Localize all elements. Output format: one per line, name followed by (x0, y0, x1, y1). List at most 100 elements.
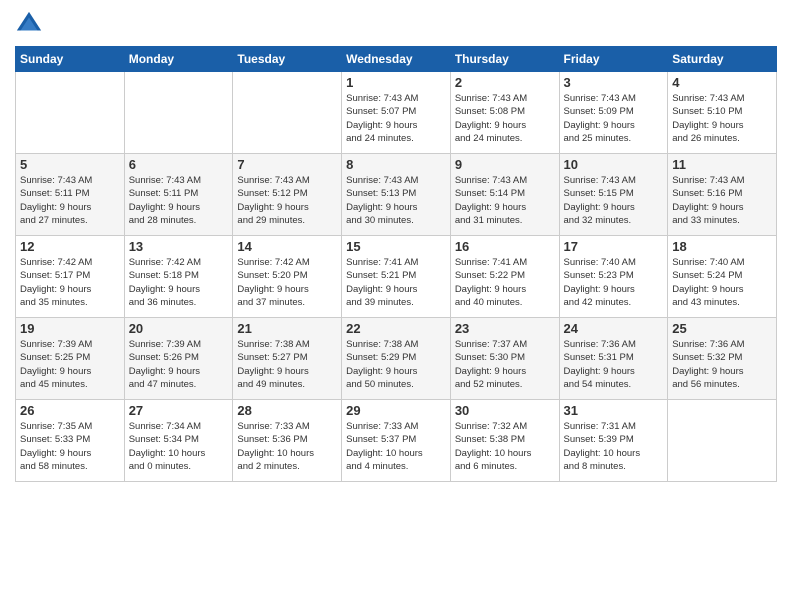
calendar-cell (233, 72, 342, 154)
day-number: 2 (455, 75, 555, 90)
calendar-cell: 23 Sunrise: 7:37 AM Sunset: 5:30 PM Dayli… (450, 318, 559, 400)
day-number: 4 (672, 75, 772, 90)
calendar-cell: 5Sunrise: 7:43 AM Sunset: 5:11 PM Daylig… (16, 154, 125, 236)
day-info: Sunrise: 7:41 AM Sunset: 5:22 PM Dayligh… (455, 256, 555, 309)
day-info: Sunrise: 7:43 AM Sunset: 5:12 PM Dayligh… (237, 174, 337, 227)
calendar-cell: 8 Sunrise: 7:43 AM Sunset: 5:13 PM Daylig… (342, 154, 451, 236)
day-number: 29 (346, 403, 446, 418)
calendar-cell: 14 Sunrise: 7:42 AM Sunset: 5:20 PM Dayli… (233, 236, 342, 318)
day-info: Sunrise: 7:40 AM Sunset: 5:23 PM Dayligh… (564, 256, 664, 309)
calendar-cell: 7 Sunrise: 7:43 AM Sunset: 5:12 PM Daylig… (233, 154, 342, 236)
day-number: 24 (564, 321, 664, 336)
weekday-header-thursday: Thursday (450, 47, 559, 72)
calendar-cell: 16 Sunrise: 7:41 AM Sunset: 5:22 PM Dayli… (450, 236, 559, 318)
day-number: 31 (564, 403, 664, 418)
day-info: Sunrise: 7:42 AM Sunset: 5:17 PM Dayligh… (20, 256, 120, 309)
calendar-container: SundayMondayTuesdayWednesdayThursdayFrid… (0, 0, 792, 612)
calendar-cell: 26 Sunrise: 7:35 AM Sunset: 5:33 PM Dayli… (16, 400, 125, 482)
calendar-cell: 3Sunrise: 7:43 AM Sunset: 5:09 PM Daylig… (559, 72, 668, 154)
day-info: Sunrise: 7:42 AM Sunset: 5:18 PM Dayligh… (129, 256, 229, 309)
day-number: 21 (237, 321, 337, 336)
day-info: Sunrise: 7:31 AM Sunset: 5:39 PM Dayligh… (564, 420, 664, 473)
calendar-week-4: 19 Sunrise: 7:39 AM Sunset: 5:25 PM Dayli… (16, 318, 777, 400)
day-number: 13 (129, 239, 229, 254)
calendar-cell: 29 Sunrise: 7:33 AM Sunset: 5:37 PM Dayli… (342, 400, 451, 482)
day-number: 28 (237, 403, 337, 418)
day-info: Sunrise: 7:43 AM Sunset: 5:09 PM Dayligh… (564, 92, 664, 145)
calendar-body: 1 Sunrise: 7:43 AM Sunset: 5:07 PM Daylig… (16, 72, 777, 482)
day-info: Sunrise: 7:43 AM Sunset: 5:07 PM Dayligh… (346, 92, 446, 145)
day-number: 1 (346, 75, 446, 90)
day-info: Sunrise: 7:38 AM Sunset: 5:29 PM Dayligh… (346, 338, 446, 391)
calendar-table: SundayMondayTuesdayWednesdayThursdayFrid… (15, 46, 777, 482)
weekday-header-friday: Friday (559, 47, 668, 72)
day-info: Sunrise: 7:38 AM Sunset: 5:27 PM Dayligh… (237, 338, 337, 391)
day-info: Sunrise: 7:43 AM Sunset: 5:13 PM Dayligh… (346, 174, 446, 227)
day-number: 5 (20, 157, 120, 172)
calendar-cell (124, 72, 233, 154)
calendar-cell: 21 Sunrise: 7:38 AM Sunset: 5:27 PM Dayli… (233, 318, 342, 400)
calendar-cell: 24 Sunrise: 7:36 AM Sunset: 5:31 PM Dayli… (559, 318, 668, 400)
day-number: 22 (346, 321, 446, 336)
day-info: Sunrise: 7:34 AM Sunset: 5:34 PM Dayligh… (129, 420, 229, 473)
calendar-cell: 19 Sunrise: 7:39 AM Sunset: 5:25 PM Dayli… (16, 318, 125, 400)
calendar-cell (668, 400, 777, 482)
calendar-cell: 13 Sunrise: 7:42 AM Sunset: 5:18 PM Dayli… (124, 236, 233, 318)
calendar-cell: 17Sunrise: 7:40 AM Sunset: 5:23 PM Dayli… (559, 236, 668, 318)
weekday-header-sunday: Sunday (16, 47, 125, 72)
day-info: Sunrise: 7:39 AM Sunset: 5:25 PM Dayligh… (20, 338, 120, 391)
weekday-header-monday: Monday (124, 47, 233, 72)
calendar-header: SundayMondayTuesdayWednesdayThursdayFrid… (16, 47, 777, 72)
calendar-week-5: 26 Sunrise: 7:35 AM Sunset: 5:33 PM Dayli… (16, 400, 777, 482)
logo (15, 10, 47, 38)
day-number: 7 (237, 157, 337, 172)
day-number: 25 (672, 321, 772, 336)
day-number: 20 (129, 321, 229, 336)
weekday-header-saturday: Saturday (668, 47, 777, 72)
day-number: 8 (346, 157, 446, 172)
calendar-cell: 11 Sunrise: 7:43 AM Sunset: 5:16 PM Dayli… (668, 154, 777, 236)
day-number: 23 (455, 321, 555, 336)
calendar-cell: 2 Sunrise: 7:43 AM Sunset: 5:08 PM Daylig… (450, 72, 559, 154)
weekday-header-wednesday: Wednesday (342, 47, 451, 72)
day-info: Sunrise: 7:43 AM Sunset: 5:08 PM Dayligh… (455, 92, 555, 145)
calendar-week-1: 1 Sunrise: 7:43 AM Sunset: 5:07 PM Daylig… (16, 72, 777, 154)
day-info: Sunrise: 7:33 AM Sunset: 5:37 PM Dayligh… (346, 420, 446, 473)
day-info: Sunrise: 7:37 AM Sunset: 5:30 PM Dayligh… (455, 338, 555, 391)
day-number: 16 (455, 239, 555, 254)
day-number: 14 (237, 239, 337, 254)
calendar-cell: 1 Sunrise: 7:43 AM Sunset: 5:07 PM Daylig… (342, 72, 451, 154)
day-info: Sunrise: 7:43 AM Sunset: 5:16 PM Dayligh… (672, 174, 772, 227)
calendar-cell: 18 Sunrise: 7:40 AM Sunset: 5:24 PM Dayli… (668, 236, 777, 318)
day-info: Sunrise: 7:40 AM Sunset: 5:24 PM Dayligh… (672, 256, 772, 309)
day-info: Sunrise: 7:35 AM Sunset: 5:33 PM Dayligh… (20, 420, 120, 473)
calendar-cell: 10Sunrise: 7:43 AM Sunset: 5:15 PM Dayli… (559, 154, 668, 236)
day-number: 12 (20, 239, 120, 254)
day-info: Sunrise: 7:33 AM Sunset: 5:36 PM Dayligh… (237, 420, 337, 473)
day-info: Sunrise: 7:42 AM Sunset: 5:20 PM Dayligh… (237, 256, 337, 309)
day-info: Sunrise: 7:41 AM Sunset: 5:21 PM Dayligh… (346, 256, 446, 309)
day-info: Sunrise: 7:43 AM Sunset: 5:15 PM Dayligh… (564, 174, 664, 227)
header (15, 10, 777, 38)
day-number: 27 (129, 403, 229, 418)
day-info: Sunrise: 7:43 AM Sunset: 5:10 PM Dayligh… (672, 92, 772, 145)
day-info: Sunrise: 7:36 AM Sunset: 5:32 PM Dayligh… (672, 338, 772, 391)
calendar-cell: 15Sunrise: 7:41 AM Sunset: 5:21 PM Dayli… (342, 236, 451, 318)
calendar-week-2: 5 Sunrise: 7:43 AM Sunset: 5:11 PM Daylig… (16, 154, 777, 236)
calendar-cell: 30Sunrise: 7:32 AM Sunset: 5:38 PM Dayli… (450, 400, 559, 482)
day-info: Sunrise: 7:43 AM Sunset: 5:11 PM Dayligh… (129, 174, 229, 227)
day-number: 6 (129, 157, 229, 172)
calendar-cell: 9Sunrise: 7:43 AM Sunset: 5:14 PM Daylig… (450, 154, 559, 236)
day-info: Sunrise: 7:36 AM Sunset: 5:31 PM Dayligh… (564, 338, 664, 391)
calendar-cell: 6 Sunrise: 7:43 AM Sunset: 5:11 PM Daylig… (124, 154, 233, 236)
day-number: 30 (455, 403, 555, 418)
calendar-cell: 20 Sunrise: 7:39 AM Sunset: 5:26 PM Dayli… (124, 318, 233, 400)
day-number: 18 (672, 239, 772, 254)
day-number: 11 (672, 157, 772, 172)
day-number: 19 (20, 321, 120, 336)
day-info: Sunrise: 7:39 AM Sunset: 5:26 PM Dayligh… (129, 338, 229, 391)
calendar-cell: 22 Sunrise: 7:38 AM Sunset: 5:29 PM Dayli… (342, 318, 451, 400)
day-number: 9 (455, 157, 555, 172)
calendar-cell: 12 Sunrise: 7:42 AM Sunset: 5:17 PM Dayli… (16, 236, 125, 318)
day-number: 26 (20, 403, 120, 418)
